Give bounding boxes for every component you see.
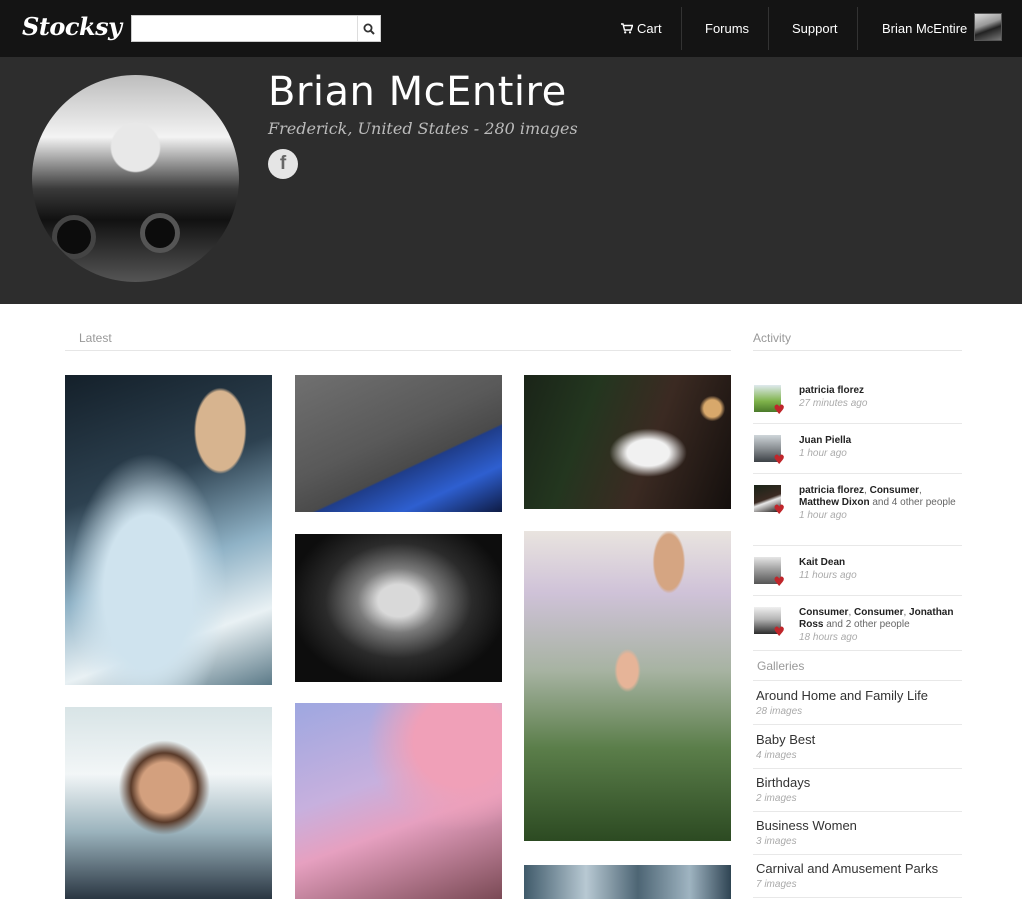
activity-text: patricia florez 27 minutes ago — [799, 385, 963, 410]
cart-icon — [621, 23, 633, 34]
photo-thumbnail[interactable] — [295, 703, 502, 899]
camera-lens-shape — [52, 215, 96, 259]
profile-header: Brian McEntire Frederick, United States … — [0, 57, 1022, 304]
search-icon — [363, 23, 375, 35]
gallery-count: 4 images — [756, 750, 797, 761]
nav-divider — [857, 7, 858, 50]
search-box — [131, 15, 381, 42]
heart-icon: ♥ — [773, 575, 785, 590]
gallery-item[interactable]: Around Home and Family Life 28 images — [753, 681, 962, 725]
gallery-count: 28 images — [756, 706, 803, 717]
activity-time: 18 hours ago — [799, 632, 858, 643]
gallery-item[interactable]: Birthdays 2 images — [753, 768, 962, 812]
profile-avatar — [32, 75, 239, 282]
photo-thumbnail[interactable] — [524, 865, 731, 899]
user-avatar[interactable] — [974, 13, 1002, 41]
activity-user[interactable]: patricia florez — [799, 385, 864, 396]
activity-thumbnail: ♥ — [754, 435, 785, 467]
activity-user[interactable]: patricia florez — [799, 485, 864, 496]
activity-thumbnail: ♥ — [754, 557, 785, 589]
activity-time: 1 hour ago — [799, 448, 847, 459]
profile-location-count: Frederick, United States - 280 images — [268, 119, 578, 138]
activity-others[interactable]: and 2 other people — [823, 619, 909, 630]
heart-icon: ♥ — [773, 625, 785, 640]
gallery-item[interactable]: Business Women 3 images — [753, 811, 962, 855]
stocksy-logo[interactable]: Stocksy — [22, 12, 122, 41]
search-button[interactable] — [357, 16, 380, 41]
photo-thumbnail[interactable] — [524, 375, 731, 509]
gallery-title: Carnival and Amusement Parks — [756, 861, 939, 876]
activity-separator: , — [919, 485, 922, 496]
activity-user[interactable]: Consumer — [870, 485, 919, 496]
activity-time: 1 hour ago — [799, 510, 847, 521]
gallery-count: 7 images — [756, 879, 797, 890]
activity-user[interactable]: Matthew Dixon — [799, 497, 870, 508]
activity-item[interactable]: ♥ patricia florez 27 minutes ago — [753, 374, 962, 424]
activity-item[interactable]: ♥ Kait Dean 11 hours ago — [753, 546, 962, 596]
gallery-count: 3 images — [756, 836, 797, 847]
photo-thumbnail[interactable] — [295, 534, 502, 682]
heart-icon: ♥ — [773, 503, 785, 518]
photo-thumbnail[interactable] — [65, 707, 272, 899]
cart-label: Cart — [637, 21, 662, 36]
activity-time: 27 minutes ago — [799, 398, 868, 409]
profile-name: Brian McEntire — [268, 69, 567, 115]
gallery-title: Birthdays — [756, 775, 811, 790]
activity-item[interactable]: ♥ Consumer, Consumer, Jonathan Ross and … — [753, 596, 962, 651]
nav-divider — [681, 7, 682, 50]
gallery-title: Around Home and Family Life — [756, 688, 928, 703]
photo-thumbnail[interactable] — [295, 375, 502, 512]
nav-divider — [768, 7, 769, 50]
facebook-icon[interactable]: f — [268, 149, 298, 179]
galleries-heading: Galleries — [757, 659, 805, 673]
forums-link[interactable]: Forums — [705, 0, 749, 57]
activity-item[interactable]: ♥ patricia florez, Consumer, Matthew Dix… — [753, 474, 962, 546]
photo-thumbnail[interactable] — [524, 531, 731, 841]
activity-text: patricia florez, Consumer, Matthew Dixon… — [799, 485, 963, 522]
activity-text: Juan Piella 1 hour ago — [799, 435, 963, 460]
gallery-title: Baby Best — [756, 732, 816, 747]
activity-time: 11 hours ago — [799, 570, 857, 581]
support-link[interactable]: Support — [792, 0, 838, 57]
activity-user[interactable]: Consumer — [854, 607, 903, 618]
photo-thumbnail[interactable] — [65, 375, 272, 685]
activity-thumbnail: ♥ — [754, 607, 785, 639]
search-input[interactable] — [132, 16, 358, 41]
activity-user[interactable]: Juan Piella — [799, 435, 851, 446]
gallery-title: Business Women — [756, 818, 857, 833]
activity-others[interactable]: and 4 other people — [870, 497, 955, 508]
camera-lens-shape — [140, 213, 180, 253]
activity-heading: Activity — [753, 331, 962, 351]
heart-icon: ♥ — [773, 453, 785, 468]
top-navbar: Stocksy Cart Forums Support Brian McEnti… — [0, 0, 1022, 57]
activity-item[interactable]: ♥ Juan Piella 1 hour ago — [753, 424, 962, 474]
gallery-item[interactable]: Baby Best 4 images — [753, 725, 962, 769]
latest-heading: Latest — [65, 331, 731, 351]
activity-thumbnail: ♥ — [754, 385, 785, 417]
activity-user[interactable]: Kait Dean — [799, 557, 845, 568]
activity-text: Kait Dean 11 hours ago — [799, 557, 963, 582]
user-menu-name[interactable]: Brian McEntire — [882, 0, 967, 57]
gallery-item[interactable]: Carnival and Amusement Parks 7 images — [753, 854, 962, 898]
activity-text: Consumer, Consumer, Jonathan Ross and 2 … — [799, 607, 963, 644]
heart-icon: ♥ — [773, 403, 785, 418]
gallery-count: 2 images — [756, 793, 797, 804]
activity-thumbnail: ♥ — [754, 485, 785, 517]
cart-link[interactable]: Cart — [621, 0, 662, 57]
activity-user[interactable]: Consumer — [799, 607, 848, 618]
